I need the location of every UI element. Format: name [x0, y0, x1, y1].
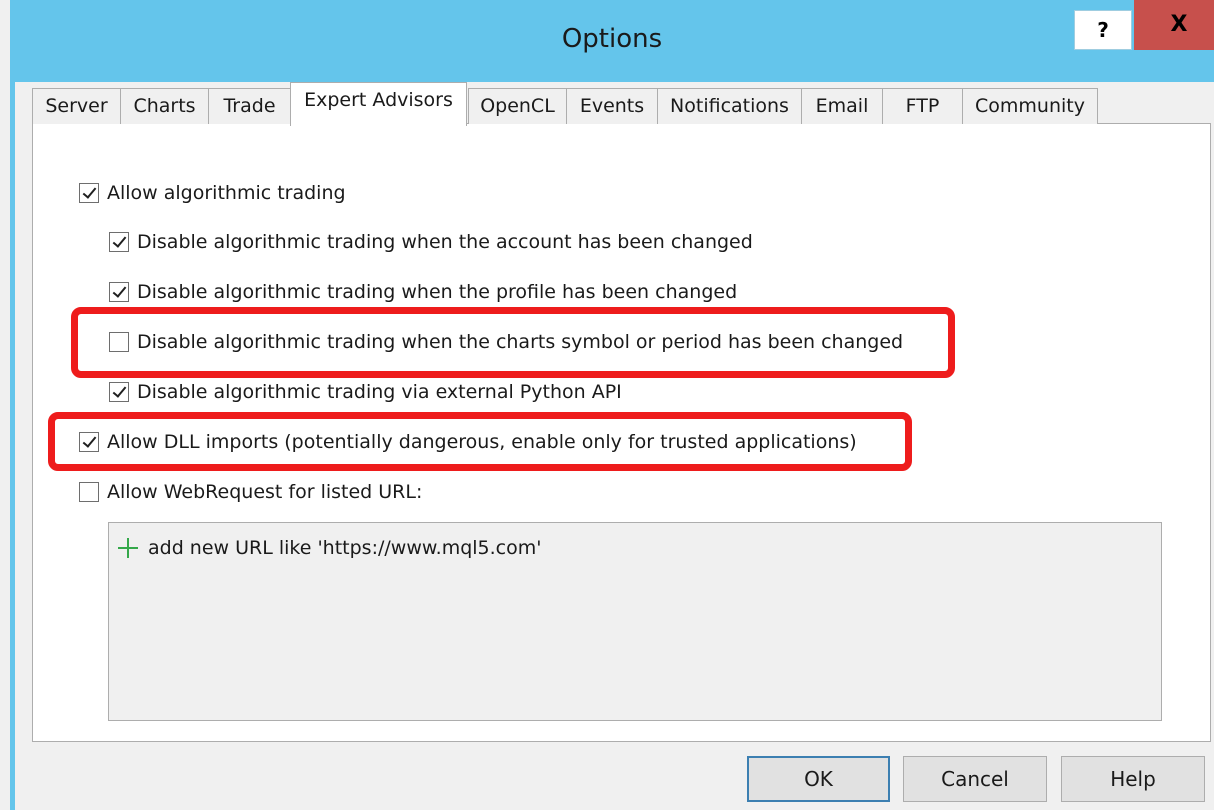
option-allow-webrequest[interactable]: Allow WebRequest for listed URL: [79, 478, 422, 506]
option-disable-profile-change[interactable]: Disable algorithmic trading when the pro… [109, 278, 737, 306]
tab-community[interactable]: Community [962, 88, 1098, 124]
checkbox[interactable] [109, 382, 129, 402]
option-disable-account-change[interactable]: Disable algorithmic trading when the acc… [109, 228, 753, 256]
dialog-title: Options [561, 24, 663, 54]
options-dialog: Options ? X Server Charts Trade Expert A… [0, 0, 1214, 810]
help-button[interactable]: Help [1061, 756, 1205, 802]
checkbox[interactable] [109, 232, 129, 252]
tab-ftp[interactable]: FTP [882, 88, 963, 124]
option-allow-algo-trading[interactable]: Allow algorithmic trading [79, 179, 346, 207]
checkbox[interactable] [79, 183, 99, 203]
checkbox[interactable] [79, 482, 99, 502]
add-url-item[interactable]: add new URL like 'https://www.mql5.com' [118, 534, 541, 562]
option-label: Disable algorithmic trading when the pro… [137, 281, 738, 303]
tab-charts[interactable]: Charts [120, 88, 209, 124]
tab-strip: Server Charts Trade Expert Advisors Open… [32, 82, 1132, 126]
highlight-box-dll-imports [48, 412, 912, 471]
tab-expert-advisors[interactable]: Expert Advisors [290, 82, 467, 126]
tab-server[interactable]: Server [32, 88, 121, 124]
tab-events[interactable]: Events [566, 88, 658, 124]
help-icon[interactable]: ? [1074, 10, 1132, 50]
option-label: Allow WebRequest for listed URL: [107, 481, 423, 503]
option-label: Disable algorithmic trading via external… [137, 381, 622, 403]
option-disable-python-api[interactable]: Disable algorithmic trading via external… [109, 378, 622, 406]
plus-icon [118, 538, 138, 558]
option-label: Disable algorithmic trading when the acc… [137, 231, 753, 253]
title-bar[interactable]: Options ? X [10, 0, 1214, 82]
close-icon[interactable]: X [1134, 0, 1214, 50]
tab-trade[interactable]: Trade [208, 88, 291, 124]
tab-notifications[interactable]: Notifications [657, 88, 802, 124]
tab-email[interactable]: Email [801, 88, 883, 124]
add-url-label: add new URL like 'https://www.mql5.com' [148, 537, 542, 559]
ok-button[interactable]: OK [747, 756, 890, 802]
tab-opencl[interactable]: OpenCL [468, 88, 567, 124]
cancel-button[interactable]: Cancel [903, 756, 1047, 802]
checkbox[interactable] [109, 282, 129, 302]
option-label: Allow algorithmic trading [107, 182, 346, 204]
highlight-box-symbol-period [71, 307, 955, 378]
